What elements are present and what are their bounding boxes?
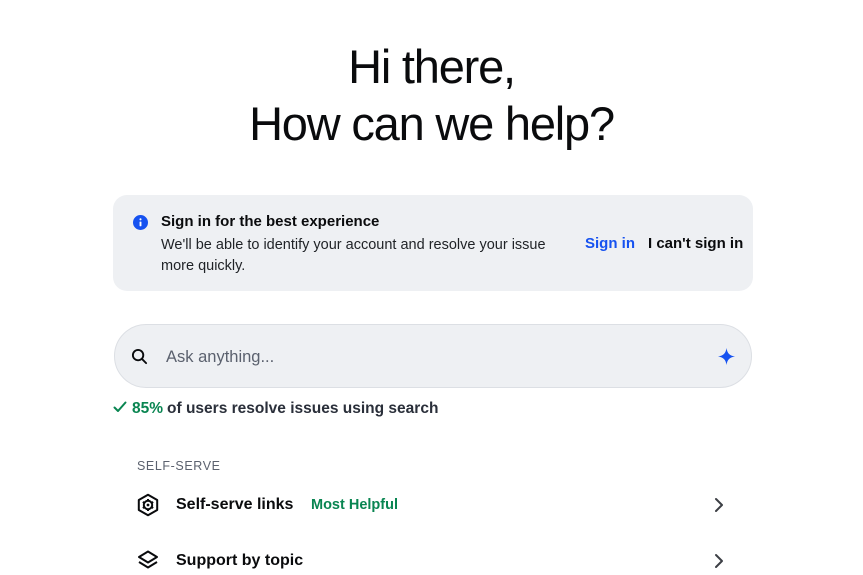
chevron-right-icon (715, 498, 723, 512)
support-by-topic-label: Support by topic (176, 552, 304, 569)
search-input[interactable] (166, 343, 686, 371)
self-serve-section-label: SELF-SERVE (137, 459, 221, 473)
search-success-stat: 85% of users resolve issues using search (113, 400, 438, 418)
search-icon (131, 348, 148, 365)
greeting-text: Hi there, (348, 40, 516, 93)
page-title: Hi there, How can we help? (0, 38, 863, 152)
cant-sign-in-link[interactable]: I can't sign in (648, 235, 743, 252)
stat-text: of users resolve issues using search (167, 400, 439, 417)
banner-title: Sign in for the best experience (161, 213, 380, 230)
help-question-text: How can we help? (249, 97, 615, 150)
gear-hexagon-icon (137, 493, 159, 517)
check-icon (113, 401, 127, 412)
sign-in-link[interactable]: Sign in (585, 235, 635, 252)
self-serve-links-label: Self-serve links (176, 496, 294, 513)
banner-description: We'll be able to identify your account a… (161, 237, 546, 274)
most-helpful-badge: Most Helpful (311, 497, 398, 513)
search-bar[interactable] (114, 324, 752, 388)
help-page: Hi there, How can we help? Sign in for t… (0, 0, 863, 575)
support-by-topic-item[interactable]: Support by topic (114, 537, 752, 575)
sparkle-icon[interactable] (718, 348, 735, 365)
info-icon (133, 215, 148, 230)
self-serve-links-item[interactable]: Self-serve links Most Helpful (114, 481, 752, 529)
layers-icon (138, 550, 158, 569)
chevron-right-icon (715, 554, 723, 568)
signin-banner: Sign in for the best experience We'll be… (113, 195, 753, 291)
stat-percent: 85% (132, 400, 164, 417)
